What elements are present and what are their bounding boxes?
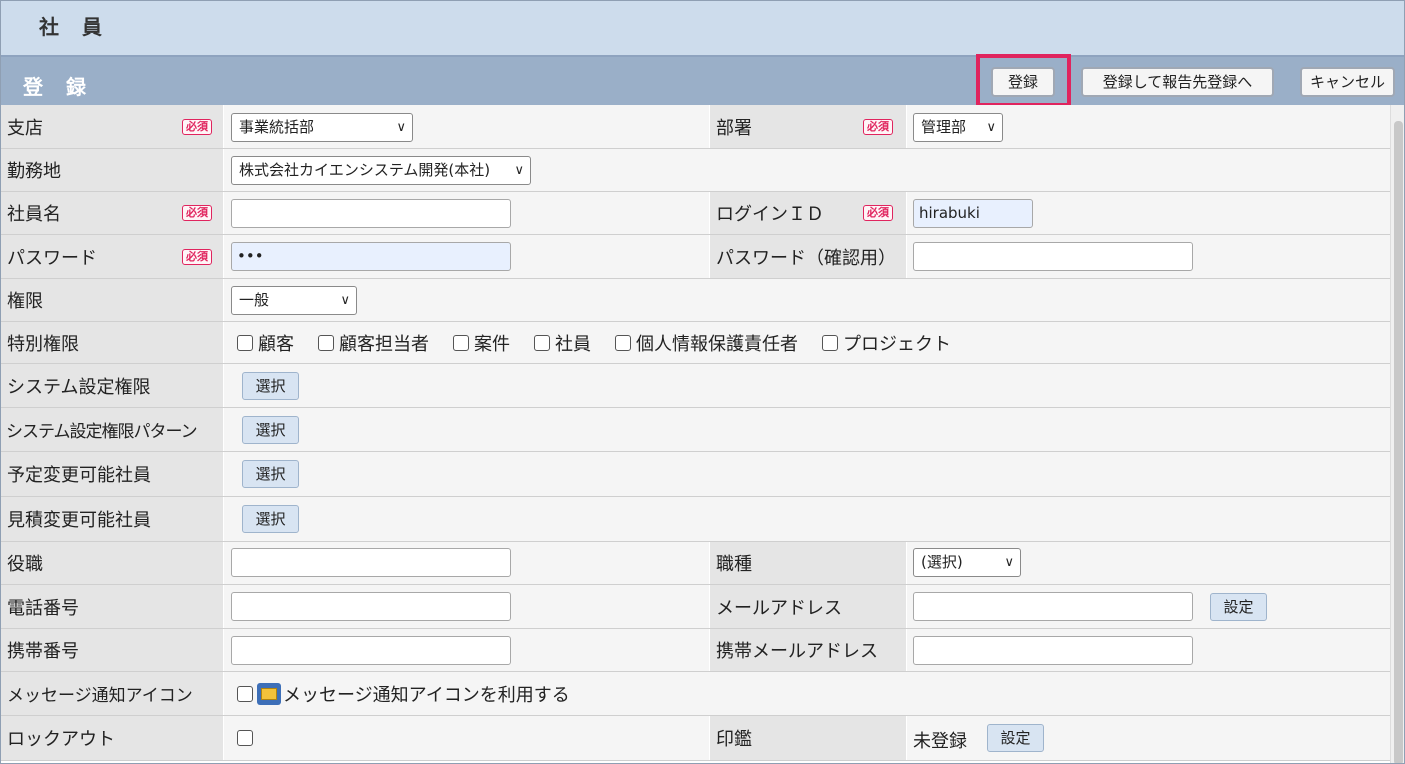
email-input[interactable]: [913, 592, 1193, 621]
estimate-editors-select-button[interactable]: 選択: [242, 505, 299, 533]
message-icon-option-label: メッセージ通知アイコンを利用する: [283, 685, 570, 706]
row-lockout: ロックアウト 印鑑 未登録 設定: [1, 716, 1390, 761]
system-authority-pattern-label: システム設定権限パターン: [1, 408, 223, 451]
required-badge: 必須: [863, 205, 893, 221]
message-icon-label: メッセージ通知アイコン: [1, 672, 223, 715]
seal-setting-button[interactable]: 設定: [987, 724, 1044, 752]
chevron-down-icon: ∨: [1004, 555, 1014, 570]
schedule-editors-select-button[interactable]: 選択: [242, 460, 299, 488]
system-authority-pattern-select-button[interactable]: 選択: [242, 416, 299, 444]
vertical-scrollbar[interactable]: [1390, 105, 1404, 763]
lockout-label: ロックアウト: [1, 716, 223, 760]
mobile-email-label: 携帯メールアドレス: [710, 629, 906, 671]
lockout-checkbox[interactable]: [237, 730, 253, 746]
checkbox-project[interactable]: プロジェクト: [822, 330, 951, 356]
row-employee-name: 社員名 必須 ログインＩＤ 必須 hirabuki: [1, 192, 1390, 235]
authority-select[interactable]: 一般 ∨: [231, 286, 357, 315]
email-label: メールアドレス: [710, 585, 906, 628]
row-authority: 権限 一般 ∨: [1, 279, 1390, 322]
department-label: 部署 必須: [710, 105, 906, 148]
row-message-icon: メッセージ通知アイコン メッセージ通知アイコンを利用する: [1, 672, 1390, 716]
row-workplace: 勤務地 株式会社カイエンシステム開発(本社) ∨: [1, 149, 1390, 192]
employee-register-page: 社 員 登 録 登録 登録して報告先登録へ キャンセル 支店 必須 事業統括部 ∨ …: [0, 0, 1405, 764]
mobile-input[interactable]: [231, 636, 511, 665]
system-authority-select-button[interactable]: 選択: [242, 372, 299, 400]
job-type-label: 職種: [710, 542, 906, 584]
branch-select[interactable]: 事業統括部 ∨: [231, 113, 413, 142]
checkbox-project-case[interactable]: 案件: [453, 330, 510, 356]
authority-label: 権限: [1, 279, 223, 321]
mail-icon: [257, 683, 281, 705]
password-confirm-label: パスワード（確認用）: [710, 235, 906, 278]
required-badge: 必須: [863, 119, 893, 135]
row-password: パスワード 必須 ••• パスワード（確認用）: [1, 235, 1390, 279]
required-badge: 必須: [182, 119, 212, 135]
chevron-down-icon: ∨: [514, 163, 524, 178]
chevron-down-icon: ∨: [340, 293, 350, 308]
row-schedule-editors: 予定変更可能社員 選択: [1, 452, 1390, 497]
required-badge: 必須: [182, 249, 212, 265]
phone-input[interactable]: [231, 592, 511, 621]
department-select[interactable]: 管理部 ∨: [913, 113, 1003, 142]
chevron-down-icon: ∨: [986, 120, 996, 135]
checkbox-employee[interactable]: 社員: [534, 330, 591, 356]
chevron-down-icon: ∨: [396, 120, 406, 135]
row-system-authority-pattern: システム設定権限パターン 選択: [1, 408, 1390, 452]
password-label: パスワード 必須: [1, 235, 223, 278]
page-title: 社 員: [39, 15, 110, 39]
special-authority-options: 顧客 顧客担当者 案件 社員 個人情報保護責任者 プロジェクト: [237, 322, 975, 363]
position-label: 役職: [1, 542, 223, 584]
row-mobile: 携帯番号 携帯メールアドレス: [1, 629, 1390, 672]
row-branch: 支店 必須 事業統括部 ∨ 部署 必須 管理部 ∨: [1, 105, 1390, 149]
email-setting-button[interactable]: 設定: [1210, 593, 1267, 621]
row-position: 役職 職種 (選択) ∨: [1, 542, 1390, 585]
schedule-editors-label: 予定変更可能社員: [1, 452, 223, 496]
login-id-label: ログインＩＤ 必須: [710, 192, 906, 234]
section-title: 登 録: [23, 75, 94, 99]
register-and-report-button[interactable]: 登録して報告先登録へ: [1081, 67, 1274, 97]
cancel-button[interactable]: キャンセル: [1300, 67, 1395, 97]
scrollbar-thumb[interactable]: [1394, 121, 1403, 763]
login-id-input[interactable]: hirabuki: [913, 199, 1033, 228]
required-badge: 必須: [182, 205, 212, 221]
employee-name-label: 社員名 必須: [1, 192, 223, 234]
workplace-label: 勤務地: [1, 149, 223, 191]
title-bar: 社 員: [1, 1, 1404, 57]
phone-label: 電話番号: [1, 585, 223, 628]
row-special-authority: 特別権限 顧客 顧客担当者 案件 社員 個人情報保護責任者 プロジェクト: [1, 322, 1390, 364]
job-type-select[interactable]: (選択) ∨: [913, 548, 1021, 577]
section-toolbar: 登 録 登録 登録して報告先登録へ キャンセル: [1, 57, 1404, 105]
checkbox-customer[interactable]: 顧客: [237, 330, 294, 356]
branch-label: 支店 必須: [1, 105, 223, 148]
estimate-editors-label: 見積変更可能社員: [1, 497, 223, 541]
system-authority-label: システム設定権限: [1, 364, 223, 407]
seal-status: 未登録: [913, 731, 967, 752]
position-input[interactable]: [231, 548, 511, 577]
register-button-highlight: [976, 54, 1071, 107]
message-icon-checkbox[interactable]: [237, 686, 253, 702]
password-input[interactable]: •••: [231, 242, 511, 271]
row-system-authority: システム設定権限 選択: [1, 364, 1390, 408]
workplace-select[interactable]: 株式会社カイエンシステム開発(本社) ∨: [231, 156, 531, 185]
mobile-label: 携帯番号: [1, 629, 223, 671]
row-estimate-editors: 見積変更可能社員 選択: [1, 497, 1390, 542]
special-authority-label: 特別権限: [1, 322, 223, 363]
mobile-email-input[interactable]: [913, 636, 1193, 665]
seal-label: 印鑑: [710, 716, 906, 760]
checkbox-privacy-officer[interactable]: 個人情報保護責任者: [615, 330, 798, 356]
checkbox-customer-staff[interactable]: 顧客担当者: [318, 330, 429, 356]
employee-name-input[interactable]: [231, 199, 511, 228]
password-confirm-input[interactable]: [913, 242, 1193, 271]
row-phone: 電話番号 メールアドレス 設定: [1, 585, 1390, 629]
